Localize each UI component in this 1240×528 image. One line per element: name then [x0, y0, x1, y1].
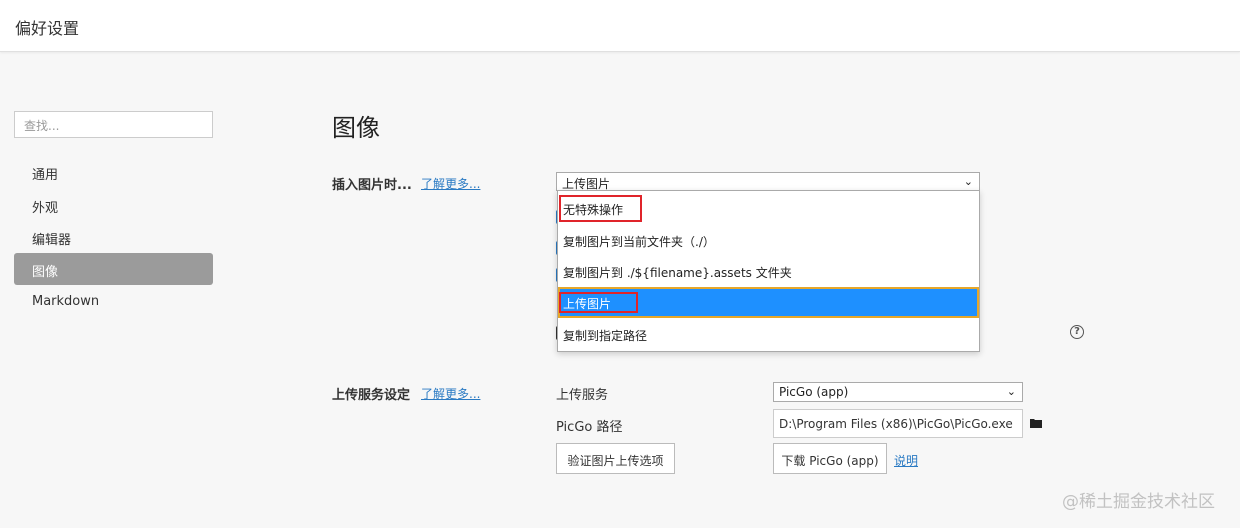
sidebar-item-label: Markdown [32, 294, 100, 309]
insert-image-select-value: 上传图片 [562, 177, 611, 191]
dropdown-option-label: 复制图片到当前文件夹（./） [563, 235, 715, 249]
dropdown-option-no-action[interactable]: 无特殊操作 [558, 193, 979, 224]
dropdown-option-label: 复制图片到 ./${filename}.assets 文件夹 [563, 266, 792, 280]
sidebar-item-markdown[interactable]: Markdown [14, 286, 213, 318]
sidebar-item-appearance[interactable]: 外观 [14, 189, 213, 221]
upload-service-select-value: PicGo (app) [779, 385, 849, 399]
insert-image-dropdown-list: 无特殊操作 复制图片到当前文件夹（./） 复制图片到 ./${filename}… [557, 190, 980, 352]
chevron-down-icon: ⌄ [1006, 385, 1016, 398]
insert-image-label: 插入图片时... [332, 178, 412, 193]
window-title: 偏好设置 [15, 19, 80, 38]
folder-icon[interactable] [1030, 418, 1042, 428]
sidebar-item-label: 编辑器 [32, 233, 72, 248]
insert-image-learn-more-link[interactable]: 了解更多... [421, 175, 480, 192]
page-title: 图像 [332, 114, 380, 142]
dropdown-option-label: 无特殊操作 [563, 203, 624, 217]
dropdown-option-upload-image[interactable]: 上传图片 [558, 287, 979, 318]
dropdown-option-copy-current-folder[interactable]: 复制图片到当前文件夹（./） [558, 225, 979, 256]
upload-service-section-label: 上传服务设定 [332, 388, 411, 403]
dropdown-option-label: 复制到指定路径 [563, 329, 648, 343]
sidebar-item-label: 外观 [32, 201, 59, 216]
picgo-path-label: PicGo 路径 [556, 420, 623, 435]
sidebar-item-general[interactable]: 通用 [14, 156, 213, 188]
sidebar-item-label: 通用 [32, 168, 59, 183]
upload-service-select[interactable]: PicGo (app) ⌄ [773, 382, 1023, 402]
sidebar-item-label: 图像 [32, 265, 59, 280]
watermark: @稀土掘金技术社区 [1062, 492, 1215, 512]
dropdown-option-label: 上传图片 [563, 297, 612, 311]
verify-upload-button[interactable]: 验证图片上传选项 [556, 443, 675, 474]
sidebar-item-image[interactable]: 图像 [14, 253, 213, 285]
download-picgo-button[interactable]: 下载 PicGo (app) [773, 443, 887, 474]
help-icon[interactable]: ? [1070, 325, 1084, 339]
insert-image-select[interactable]: 上传图片 ⌄ [556, 172, 980, 191]
title-bar: 偏好设置 [0, 0, 1240, 52]
dropdown-option-copy-assets-folder[interactable]: 复制图片到 ./${filename}.assets 文件夹 [558, 256, 979, 287]
picgo-path-input[interactable]: D:\Program Files (x86)\PicGo\PicGo.exe [773, 409, 1023, 438]
help-link[interactable]: 说明 [894, 452, 918, 469]
sidebar-search-input[interactable]: 查找... [14, 111, 213, 138]
chevron-down-icon: ⌄ [963, 175, 973, 188]
dropdown-option-copy-to-path[interactable]: 复制到指定路径 [558, 319, 979, 350]
sidebar-item-editor[interactable]: 编辑器 [14, 221, 213, 253]
upload-service-label: 上传服务 [556, 388, 609, 403]
upload-service-learn-more-link[interactable]: 了解更多... [421, 385, 480, 402]
